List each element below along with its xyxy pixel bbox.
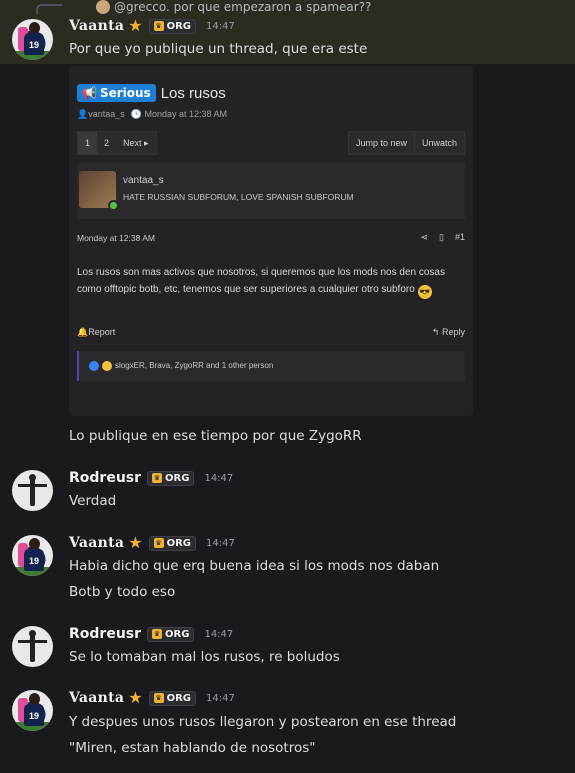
pagination: 1 2 Next ▸	[77, 131, 157, 155]
embed-title[interactable]: 📢 Serious Los rusos	[77, 84, 226, 102]
message-header: Rodreusr ♛ ORG 14:47	[69, 470, 233, 486]
message-text: Verdad	[69, 493, 117, 509]
reply-reference[interactable]: @grecco. por que empezaron a spamear??	[30, 0, 371, 14]
message-header: Vaanta ★ ♛ ORG 14:47	[69, 533, 235, 552]
star-icon: ★	[128, 533, 143, 552]
post-number[interactable]: #1	[455, 232, 465, 243]
thread-title[interactable]: Los rusos	[161, 85, 226, 102]
message-text: Y despues unos rusos llegaron y postearo…	[69, 714, 457, 730]
reply-text: por que empezaron a spamear??	[173, 0, 372, 14]
role-tag: ♛ ORG	[147, 626, 195, 642]
username[interactable]: Vaanta	[69, 18, 124, 34]
reply-avatar	[96, 0, 110, 14]
bell-icon: 🔔	[77, 327, 89, 337]
username[interactable]: Rodreusr	[69, 470, 141, 486]
reply-icon: ↰	[431, 327, 440, 337]
crown-icon: ♛	[153, 693, 164, 703]
crown-icon: ♛	[153, 21, 164, 31]
post-avatar[interactable]	[79, 171, 119, 211]
role-tag: ♛ ORG	[148, 690, 197, 706]
bookmark-icon[interactable]: ▯	[439, 232, 444, 243]
thread-actions: Jump to new Unwatch	[347, 131, 465, 155]
message-header: Vaanta ★ ♛ ORG 14:47	[69, 688, 235, 707]
crown-icon: ♛	[153, 538, 164, 548]
post-body: Los rusos son mas activos que nosotros, …	[77, 267, 445, 299]
reply-author[interactable]: @grecco.	[114, 0, 170, 14]
message-text: Botb y todo eso	[69, 584, 176, 600]
message-text: "Miren, estan hablando de nosotros"	[69, 740, 316, 756]
message-text: Habia dicho que erq buena idea si los mo…	[69, 558, 440, 574]
star-icon: ★	[128, 16, 143, 35]
post-actions: 🔔Report ↰ Reply	[77, 327, 465, 338]
avatar[interactable]	[12, 470, 53, 511]
role-tag: ♛ ORG	[148, 18, 197, 34]
username[interactable]: Vaanta	[69, 535, 124, 551]
like-reaction-icon	[89, 361, 99, 371]
role-tag: ♛ ORG	[148, 535, 197, 551]
share-icon[interactable]: ⋖	[420, 232, 428, 243]
online-indicator	[108, 200, 119, 211]
message-text: Se lo tomaban mal los rusos, re boludos	[69, 649, 340, 665]
crown-icon: ♛	[152, 473, 163, 483]
username[interactable]: Vaanta	[69, 690, 124, 706]
username[interactable]: Rodreusr	[69, 626, 141, 642]
role-tag: ♛ ORG	[147, 470, 195, 486]
page-1[interactable]: 1	[78, 132, 98, 154]
jump-to-new-button[interactable]: Jump to new	[349, 132, 414, 154]
message-text: Lo publique en ese tiempo por que ZygoRR	[69, 428, 362, 444]
reactions-bar[interactable]: slogxER, Brava, ZygoRR and 1 other perso…	[77, 351, 465, 381]
reactions-text[interactable]: slogxER, Brava, ZygoRR and 1 other perso…	[115, 351, 273, 381]
page-2[interactable]: 2	[97, 132, 116, 154]
avatar[interactable]: 19	[12, 535, 53, 576]
post-user-block: vantaa_s HATE RUSSIAN SUBFORUM, LOVE SPA…	[77, 163, 465, 219]
thread-meta: 👤vantaa_s 🕓 Monday at 12:38 AM	[77, 109, 228, 119]
timestamp: 14:47	[206, 20, 235, 32]
user-icon: 👤	[77, 109, 89, 119]
post-date[interactable]: Monday at 12:38 AM	[77, 233, 155, 243]
timestamp: 14:47	[206, 537, 235, 549]
post-author[interactable]: vantaa_s	[123, 175, 164, 186]
report-button[interactable]: 🔔Report	[77, 327, 115, 337]
laugh-reaction-icon	[102, 361, 112, 371]
message-header: Rodreusr ♛ ORG 14:47	[69, 626, 233, 642]
timestamp: 14:47	[204, 628, 234, 640]
reply-button[interactable]: ↰ Reply	[432, 327, 465, 338]
post-user-title: HATE RUSSIAN SUBFORUM, LOVE SPANISH SUBF…	[123, 192, 354, 202]
avatar[interactable]: 19	[12, 19, 53, 60]
avatar[interactable]: 19	[12, 690, 53, 731]
avatar[interactable]	[12, 626, 53, 667]
unwatch-button[interactable]: Unwatch	[413, 132, 464, 154]
timestamp: 14:47	[204, 472, 234, 484]
megaphone-icon: 📢	[82, 86, 97, 100]
prefix-badge: 📢 Serious	[77, 84, 156, 102]
sunglasses-emoji-icon: 😎	[417, 284, 432, 299]
timestamp: 14:47	[206, 692, 235, 704]
crown-icon: ♛	[152, 629, 163, 639]
clock-icon: 🕓	[130, 109, 142, 119]
star-icon: ★	[128, 688, 143, 707]
next-page[interactable]: Next ▸	[116, 132, 156, 154]
forum-embed[interactable]: 📢 Serious Los rusos 👤vantaa_s 🕓 Monday at…	[69, 66, 473, 416]
message-text: Por que yo publique un thread, que era e…	[69, 41, 368, 57]
post-header: Monday at 12:38 AM ⋖ ▯ #1	[77, 232, 465, 243]
message-header: Vaanta ★ ♛ ORG 14:47	[69, 16, 235, 35]
